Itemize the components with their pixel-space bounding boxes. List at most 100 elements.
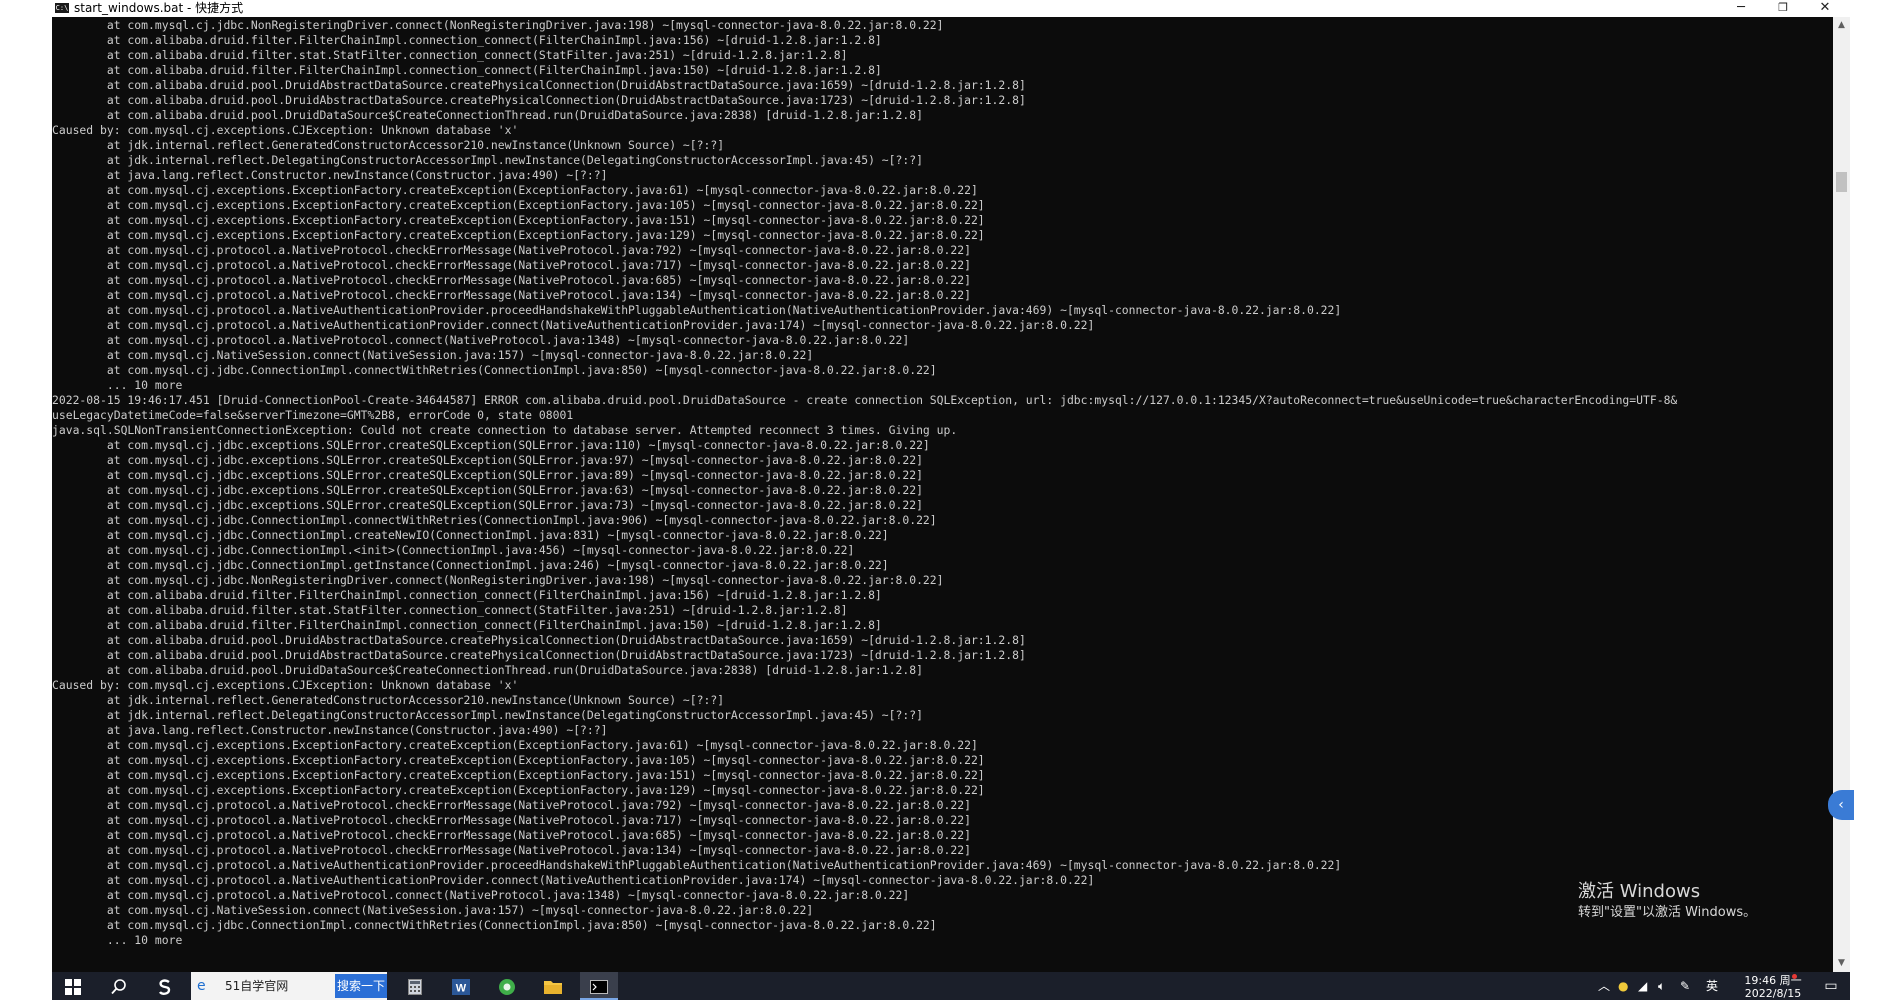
watermark-subtitle: 转到"设置"以激活 Windows。 [1578, 905, 1757, 920]
watermark-title: 激活 Windows [1578, 881, 1701, 902]
close-button[interactable]: ✕ [1804, 0, 1846, 17]
word-icon[interactable]: W [442, 972, 480, 1000]
console-line: at com.mysql.cj.exceptions.ExceptionFact… [52, 768, 985, 782]
console-line: at com.mysql.cj.protocol.a.NativeProtoco… [52, 333, 910, 347]
console-line: at com.mysql.cj.exceptions.ExceptionFact… [52, 228, 985, 242]
console-line: at com.mysql.cj.protocol.a.NativeProtoco… [52, 258, 971, 272]
vertical-scrollbar[interactable]: ▲ ▼ [1833, 17, 1850, 972]
console-output[interactable]: at com.mysql.cj.jdbc.NonRegisteringDrive… [52, 17, 1832, 972]
scroll-thumb[interactable] [1836, 172, 1847, 192]
console-line: ... 10 more [52, 378, 183, 392]
console-line: at com.alibaba.druid.pool.DruidAbstractD… [52, 78, 1026, 92]
console-line: at com.alibaba.druid.pool.DruidDataSourc… [52, 663, 923, 677]
console-text: at com.mysql.cj.jdbc.NonRegisteringDrive… [52, 17, 1832, 948]
console-line: at com.mysql.cj.protocol.a.NativeProtoco… [52, 273, 971, 287]
taskbar-search-text[interactable]: 51自学官网 [225, 972, 288, 1000]
clock-time: 19:46 周一 [1744, 974, 1802, 987]
console-line: at com.mysql.cj.jdbc.exceptions.SQLError… [52, 498, 923, 512]
console-line: at jdk.internal.reflect.GeneratedConstru… [52, 138, 725, 152]
console-line: at com.alibaba.druid.filter.FilterChainI… [52, 63, 882, 77]
console-line: at com.mysql.cj.protocol.a.NativeProtoco… [52, 243, 971, 257]
browser-icon[interactable] [488, 972, 526, 1000]
minimize-button[interactable]: ─ [1720, 0, 1762, 17]
console-line: at com.mysql.cj.jdbc.ConnectionImpl.conn… [52, 363, 937, 377]
restore-button[interactable]: ❐ [1762, 0, 1804, 17]
window-title: start_windows.bat - 快捷方式 [74, 1, 244, 15]
console-line: at java.lang.reflect.Constructor.newInst… [52, 168, 608, 182]
console-line: at com.mysql.cj.jdbc.ConnectionImpl.crea… [52, 528, 889, 542]
console-line: at com.mysql.cj.exceptions.ExceptionFact… [52, 198, 985, 212]
network-icon[interactable]: ◢ [1638, 972, 1647, 1000]
search-icon[interactable] [100, 972, 138, 1000]
security-tray-icon[interactable]: ● [1618, 972, 1628, 1000]
console-line: at com.alibaba.druid.pool.DruidAbstractD… [52, 633, 1026, 647]
console-line: ... 10 more [52, 933, 183, 947]
pen-icon[interactable]: ✎ [1680, 972, 1690, 1000]
console-line: at jdk.internal.reflect.DelegatingConstr… [52, 708, 923, 722]
chevron-up-icon[interactable]: ︿ [1598, 972, 1610, 1000]
console-line: at com.mysql.cj.exceptions.ExceptionFact… [52, 213, 985, 227]
console-line: at com.alibaba.druid.pool.DruidAbstractD… [52, 648, 1026, 662]
console-line: at com.mysql.cj.protocol.a.NativeAuthent… [52, 873, 1095, 887]
console-line: at java.lang.reflect.Constructor.newInst… [52, 723, 608, 737]
scroll-down-arrow-icon[interactable]: ▼ [1833, 955, 1850, 972]
clock[interactable]: 19:46 周一 2022/8/15 [1738, 972, 1808, 1000]
console-line: at com.alibaba.druid.filter.stat.StatFil… [52, 603, 848, 617]
app-icon-s[interactable] [146, 972, 184, 1000]
console-line: at com.mysql.cj.exceptions.ExceptionFact… [52, 738, 978, 752]
console-line: at com.alibaba.druid.filter.FilterChainI… [52, 588, 882, 602]
console-app-icon: C:\ [55, 3, 69, 13]
console-line: at com.mysql.cj.jdbc.exceptions.SQLError… [52, 468, 923, 482]
chevron-left-icon[interactable]: ‹ [1828, 790, 1854, 820]
console-line: at com.alibaba.druid.filter.FilterChainI… [52, 33, 882, 47]
console-line: at com.mysql.cj.exceptions.ExceptionFact… [52, 753, 985, 767]
console-line: java.sql.SQLNonTransientConnectionExcept… [52, 423, 958, 437]
console-line: at com.mysql.cj.protocol.a.NativeProtoco… [52, 288, 971, 302]
volume-icon[interactable]: 🔈︎ [1658, 972, 1665, 1000]
console-line: at com.mysql.cj.NativeSession.connect(Na… [52, 348, 814, 362]
console-line: at com.alibaba.druid.filter.FilterChainI… [52, 618, 882, 632]
notification-center-icon[interactable]: ▭ [1812, 972, 1850, 1000]
console-line: at jdk.internal.reflect.DelegatingConstr… [52, 153, 923, 167]
console-line: at com.mysql.cj.jdbc.exceptions.SQLError… [52, 483, 923, 497]
taskbar: e 51自学官网 搜索一下 W ︿ ● ◢ 🔈︎ ✎ 英 19:46 周一 20… [52, 972, 1850, 1000]
console-line: at com.mysql.cj.protocol.a.NativeProtoco… [52, 828, 971, 842]
console-line: at com.mysql.cj.protocol.a.NativeProtoco… [52, 888, 910, 902]
console-window: C:\ start_windows.bat - 快捷方式 ─ ❐ ✕ at co… [52, 0, 1850, 972]
console-line: at com.alibaba.druid.pool.DruidDataSourc… [52, 108, 923, 122]
console-line: at com.mysql.cj.jdbc.ConnectionImpl.getI… [52, 558, 889, 572]
console-line: at com.mysql.cj.jdbc.exceptions.SQLError… [52, 453, 923, 467]
console-line: at com.mysql.cj.protocol.a.NativeProtoco… [52, 843, 971, 857]
console-line: Caused by: com.mysql.cj.exceptions.CJExc… [52, 678, 519, 692]
ie-icon: e [197, 978, 206, 994]
console-line: at com.mysql.cj.exceptions.ExceptionFact… [52, 183, 978, 197]
calculator-icon[interactable] [396, 972, 434, 1000]
ime-indicator[interactable]: 英 [1706, 972, 1718, 1000]
windows-start-icon[interactable] [54, 972, 92, 1000]
console-line: Caused by: com.mysql.cj.exceptions.CJExc… [52, 123, 519, 137]
console-line: at com.mysql.cj.NativeSession.connect(Na… [52, 903, 814, 917]
file-explorer-icon[interactable] [534, 972, 572, 1000]
console-line: at com.mysql.cj.protocol.a.NativeAuthent… [52, 303, 1342, 317]
console-line: at com.alibaba.druid.filter.stat.StatFil… [52, 48, 848, 62]
console-line: at jdk.internal.reflect.GeneratedConstru… [52, 693, 725, 707]
console-line: at com.mysql.cj.protocol.a.NativeProtoco… [52, 798, 971, 812]
console-line: 2022-08-15 19:46:17.451 [Druid-Connectio… [52, 393, 1678, 407]
console-line: at com.mysql.cj.jdbc.ConnectionImpl.<ini… [52, 543, 855, 557]
console-line: at com.mysql.cj.jdbc.NonRegisteringDrive… [52, 573, 944, 587]
notification-badge [1792, 974, 1797, 979]
console-line: at com.mysql.cj.jdbc.NonRegisteringDrive… [52, 18, 944, 32]
scroll-up-arrow-icon[interactable]: ▲ [1833, 17, 1850, 34]
console-taskbar-icon[interactable] [580, 972, 618, 1000]
clock-date: 2022/8/15 [1744, 987, 1802, 1000]
search-button[interactable]: 搜索一下 [335, 974, 387, 998]
console-line: at com.mysql.cj.protocol.a.NativeAuthent… [52, 318, 1095, 332]
console-line: at com.mysql.cj.jdbc.ConnectionImpl.conn… [52, 513, 937, 527]
title-bar[interactable]: C:\ start_windows.bat - 快捷方式 ─ ❐ ✕ [52, 0, 1850, 17]
activate-windows-watermark: 激活 Windows 转到"设置"以激活 Windows。 [1578, 880, 1756, 922]
console-line: at com.mysql.cj.jdbc.ConnectionImpl.conn… [52, 918, 937, 932]
svg-text:W: W [456, 982, 467, 994]
console-line: useLegacyDatetimeCode=false&serverTimezo… [52, 408, 574, 422]
console-line: at com.mysql.cj.protocol.a.NativeAuthent… [52, 858, 1342, 872]
console-line: at com.mysql.cj.exceptions.ExceptionFact… [52, 783, 985, 797]
